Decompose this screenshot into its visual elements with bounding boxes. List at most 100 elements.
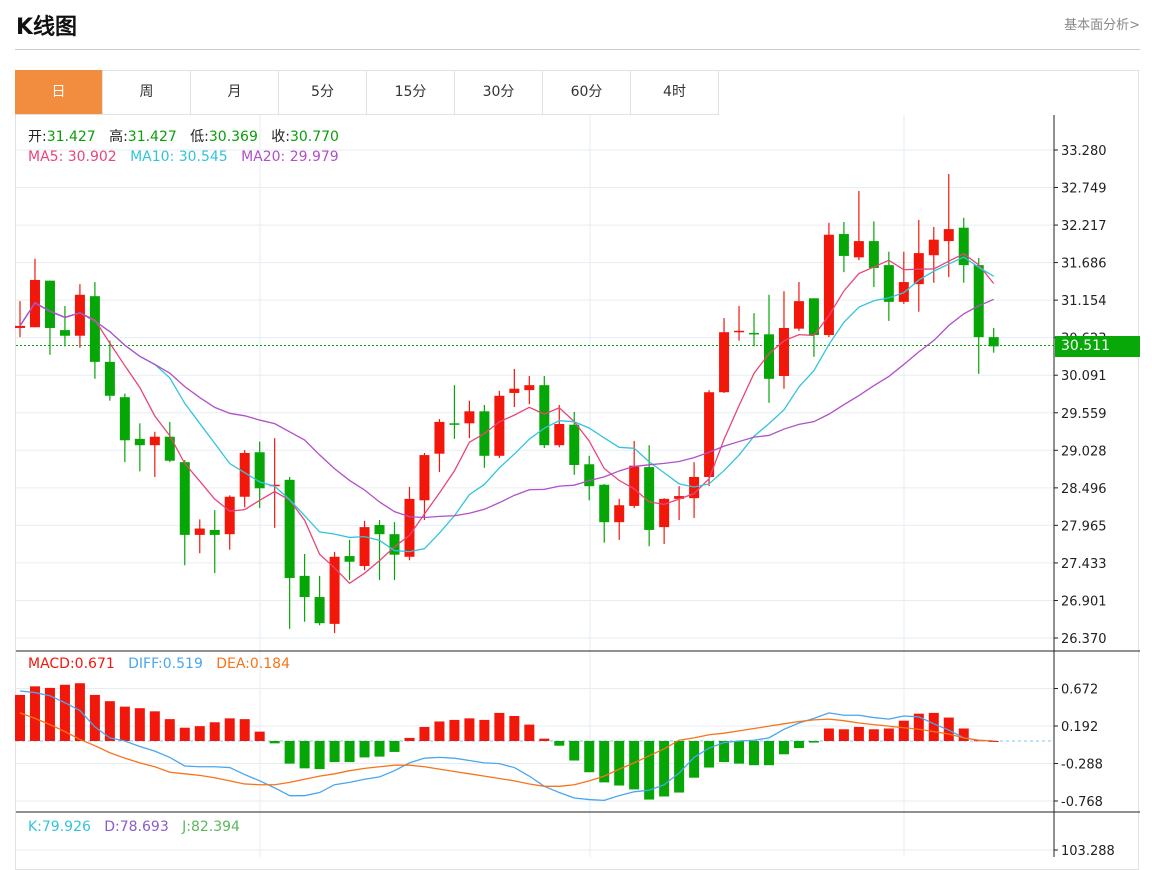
candle-up xyxy=(554,424,565,446)
candle-down xyxy=(599,484,610,523)
ma20-value: MA20: 29.979 xyxy=(241,149,339,165)
d-value: D:78.693 xyxy=(104,819,169,835)
macd-bar-negative xyxy=(374,741,385,757)
candle-down xyxy=(868,241,879,268)
macd-bar-negative xyxy=(778,741,789,755)
macd-bar-negative xyxy=(674,741,685,793)
ma20-line xyxy=(19,298,994,519)
macd-bar-positive xyxy=(868,729,879,741)
candle-down xyxy=(973,265,984,338)
macd-bar-negative xyxy=(554,741,565,746)
candle-up xyxy=(734,330,745,333)
macd-bar-positive xyxy=(29,686,40,741)
high-value: 31.427 xyxy=(127,129,177,145)
price-tick-label: 27.965 xyxy=(1061,519,1107,534)
macd-bar-negative xyxy=(689,741,700,778)
candle-down xyxy=(179,462,190,535)
macd-bar-positive xyxy=(149,711,160,741)
macd-bar-negative xyxy=(569,741,580,761)
kdj-info: K:79.926 D:78.693 J:82.394 xyxy=(28,819,240,835)
macd-bar-positive xyxy=(119,706,130,741)
macd-bar-positive xyxy=(419,726,430,741)
macd-bar-positive xyxy=(898,720,909,741)
candle-up xyxy=(629,465,640,506)
candle-down xyxy=(59,330,70,336)
macd-bar-negative xyxy=(614,741,625,786)
candle-down xyxy=(988,337,999,347)
macd-bar-negative xyxy=(269,741,280,744)
k-value: K:79.926 xyxy=(28,819,91,835)
macd-bar-positive xyxy=(404,737,415,741)
macd-bar-positive xyxy=(883,728,894,741)
macd-tick-label: 0.192 xyxy=(1061,720,1098,735)
candle-up xyxy=(928,239,939,256)
ma-info: MA5: 30.902 MA10: 30.545 MA20: 29.979 xyxy=(28,149,339,165)
macd-bar-positive xyxy=(524,724,535,741)
price-tick-label: 32.749 xyxy=(1061,182,1107,197)
candle-up xyxy=(719,332,730,393)
candle-up xyxy=(419,455,430,501)
candle-down xyxy=(89,296,100,362)
candle-down xyxy=(374,525,385,535)
macd-bar-negative xyxy=(299,741,310,769)
macd-bar-negative xyxy=(314,741,325,770)
macd-bar-positive xyxy=(74,683,85,741)
candle-up xyxy=(853,241,864,258)
macd-bar-positive xyxy=(823,728,834,741)
macd-bar-negative xyxy=(734,741,745,764)
close-value: 30.770 xyxy=(289,129,339,145)
close-label: 收: xyxy=(271,129,290,145)
macd-bar-positive xyxy=(209,722,220,741)
price-tick-label: 26.901 xyxy=(1061,594,1107,609)
candle-down xyxy=(104,361,115,396)
price-tick-label: 27.433 xyxy=(1061,557,1107,572)
macd-bar-positive xyxy=(239,719,250,741)
diff-line xyxy=(19,690,994,802)
price-tick-label: 29.559 xyxy=(1061,407,1107,422)
open-label: 开: xyxy=(28,129,47,145)
macd-tick-label: -0.288 xyxy=(1061,757,1103,772)
macd-bar-positive xyxy=(958,728,969,741)
ma5-value: MA5: 30.902 xyxy=(28,149,117,165)
candle-down xyxy=(299,575,310,598)
macd-bar-positive xyxy=(164,719,175,741)
macd-bar-positive xyxy=(134,708,145,741)
j-value: J:82.394 xyxy=(182,819,240,835)
macd-value: MACD:0.671 xyxy=(28,656,115,672)
candle-down xyxy=(284,479,295,578)
macd-bar-positive xyxy=(59,684,70,741)
candle-up xyxy=(15,325,25,328)
macd-bar-positive xyxy=(179,727,190,741)
candle-down xyxy=(584,464,595,487)
macd-bar-positive xyxy=(838,729,849,741)
candle-up xyxy=(614,505,625,523)
macd-bar-negative xyxy=(284,741,295,764)
kdj-tick-label: 103.288 xyxy=(1061,844,1115,857)
candle-up xyxy=(359,527,370,566)
candle-down xyxy=(164,436,175,461)
macd-bar-positive xyxy=(464,718,475,741)
macd-bar-positive xyxy=(539,738,550,741)
macd-bar-positive xyxy=(479,719,490,741)
price-tick-label: 28.496 xyxy=(1061,482,1107,497)
macd-bar-negative xyxy=(704,741,715,768)
candle-up xyxy=(524,385,535,391)
current-price-label: 30.511 xyxy=(1055,336,1140,357)
macd-bar-positive xyxy=(928,712,939,741)
open-value: 31.427 xyxy=(46,129,96,145)
candle-up xyxy=(509,388,520,393)
candle-up xyxy=(778,327,789,376)
candle-up xyxy=(404,498,415,557)
candle-down xyxy=(569,424,580,465)
macd-bar-negative xyxy=(359,741,370,758)
candle-up xyxy=(943,229,954,242)
price-tick-label: 29.028 xyxy=(1061,444,1107,459)
ohlc-info: 开:31.427 高:31.427 低:30.369 收:30.770 xyxy=(28,126,339,146)
macd-bar-negative xyxy=(764,741,774,766)
macd-tick-label: -0.768 xyxy=(1061,795,1103,810)
dea-value: DEA:0.184 xyxy=(216,656,290,672)
macd-tick-label: 0.672 xyxy=(1061,683,1098,698)
candle-down xyxy=(749,332,760,335)
price-tick-label: 31.686 xyxy=(1061,257,1107,272)
price-tick-label: 33.280 xyxy=(1061,144,1107,159)
